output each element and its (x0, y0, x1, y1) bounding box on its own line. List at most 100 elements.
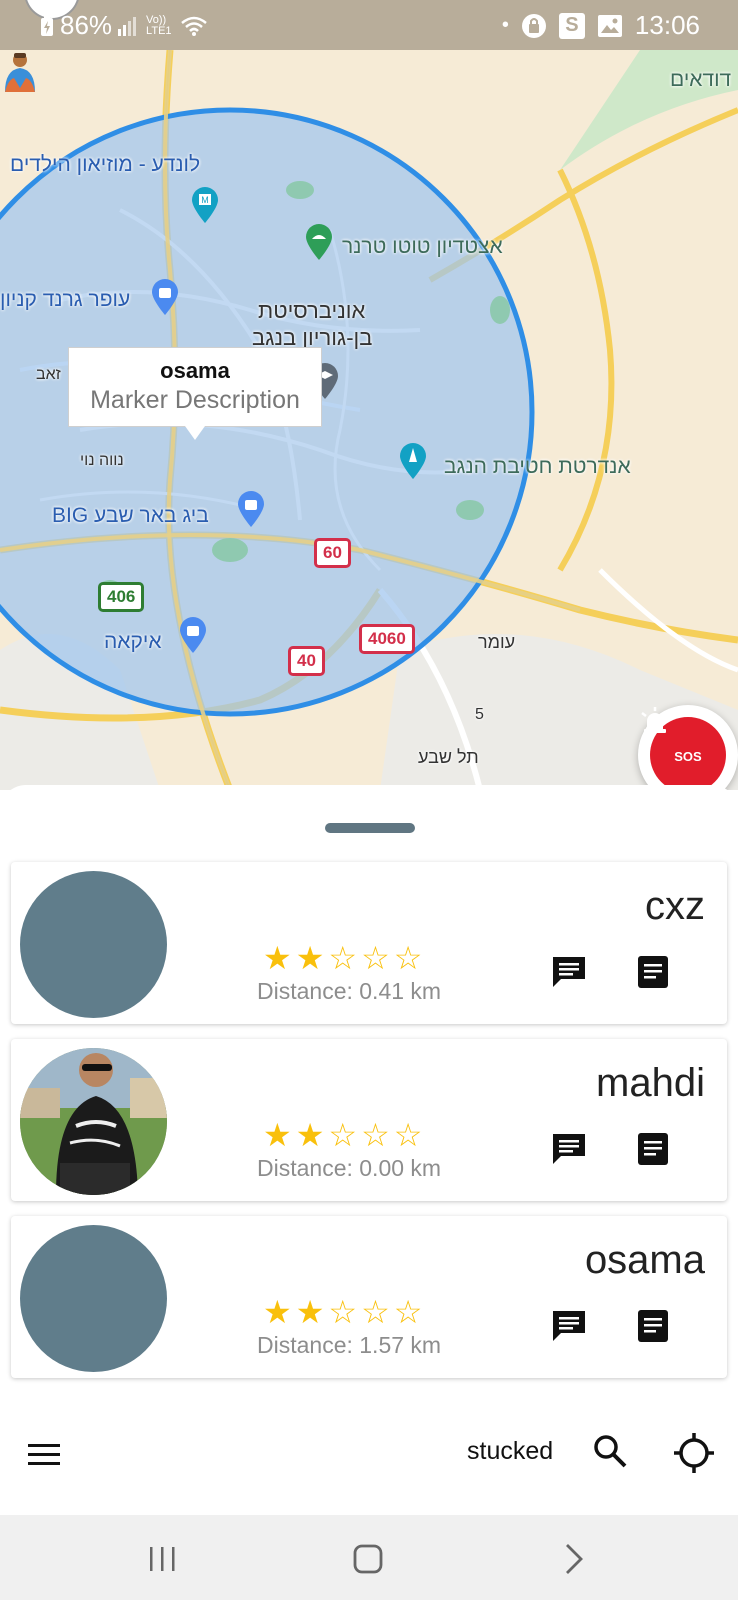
map-view[interactable]: דודאים לונדע - מוזיאון הילדים אצטדיון טו… (0, 50, 738, 790)
map-label-five: 5 (475, 706, 484, 723)
star-empty-icon: ☆ (361, 1117, 390, 1153)
search-icon (594, 1435, 627, 1468)
star-empty-icon: ☆ (328, 1294, 358, 1330)
details-button[interactable] (633, 1129, 673, 1169)
stadium-pin-icon[interactable] (304, 223, 334, 261)
avatar[interactable] (20, 871, 167, 1018)
status-text: stucked (467, 1437, 554, 1465)
lock-app-icon (521, 13, 547, 39)
distance-text: Distance: 0.00 km (257, 1155, 442, 1181)
nearby-users-sheet[interactable]: cxz ★ ★ ☆ ☆ ☆ Distance: 0.41 km mahdi ★ … (0, 785, 738, 1395)
star-empty-icon: ☆ (393, 940, 423, 976)
my-location-button[interactable] (672, 1431, 716, 1475)
map-label-omer: עומר (478, 632, 516, 652)
user-card[interactable]: cxz ★ ★ ☆ ☆ ☆ Distance: 0.41 km (11, 862, 727, 1024)
battery-percent: 86% (60, 10, 113, 40)
info-window-title: osama (160, 358, 230, 383)
star-filled-icon: ★ (263, 1117, 292, 1153)
search-button[interactable] (590, 1431, 630, 1471)
avatar-photo (20, 1048, 167, 1195)
wifi-icon (180, 15, 208, 37)
map-label-ikea: איקאה (104, 630, 162, 653)
recents-button[interactable] (142, 1539, 182, 1579)
chat-icon (553, 1311, 585, 1341)
star-empty-icon: ☆ (393, 1117, 423, 1153)
sheet-drag-handle[interactable] (325, 823, 415, 833)
star-empty-icon: ☆ (361, 940, 390, 976)
battery-charging-icon (40, 14, 54, 37)
rating-stars: ★ ★ ☆ ☆ ☆ (263, 942, 422, 974)
chat-button[interactable] (549, 952, 589, 992)
rating-stars: ★ ★ ☆ ☆ ☆ (263, 1119, 422, 1151)
user-card[interactable]: osama ★ ★ ☆ ☆ ☆ Distance: 1.57 km (11, 1216, 727, 1378)
details-button[interactable] (633, 1306, 673, 1346)
chat-button[interactable] (549, 1129, 589, 1169)
road-shield-4060: 4060 (359, 624, 415, 654)
info-window-description: Marker Description (90, 386, 300, 414)
user-name: mahdi (596, 1061, 705, 1105)
notification-dot: • (501, 14, 509, 36)
map-label-monument: אנדרטת חטיבת הנגב (444, 455, 631, 478)
chat-icon (553, 1134, 585, 1164)
details-icon (638, 956, 668, 988)
road-shield-40: 40 (288, 646, 325, 676)
distance-text: Distance: 0.41 km (257, 978, 442, 1004)
museum-pin-icon[interactable]: M (190, 186, 220, 224)
chat-icon (553, 957, 585, 987)
alarm-bell-icon (641, 707, 669, 733)
menu-icon (28, 1444, 60, 1465)
rating-stars: ★ ★ ☆ ☆ ☆ (263, 1296, 422, 1328)
user-name: osama (584, 1238, 705, 1282)
menu-button[interactable] (24, 1435, 64, 1475)
distance-text: Distance: 1.57 km (257, 1332, 442, 1358)
avatar[interactable] (20, 1048, 167, 1195)
user-card[interactable]: mahdi ★ ★ ☆ ☆ ☆ Distance: 0.00 km (11, 1039, 727, 1201)
ikea-pin-icon[interactable] (178, 616, 208, 654)
star-filled-icon: ★ (263, 1294, 292, 1330)
map-label-zeev: זאב (36, 366, 61, 383)
chat-button[interactable] (549, 1306, 589, 1346)
sos-button-inner: SOS (641, 707, 726, 790)
recents-icon (150, 1547, 175, 1571)
mall-pin-icon[interactable] (150, 278, 180, 316)
back-button[interactable] (555, 1539, 595, 1579)
star-filled-icon: ★ (295, 940, 325, 976)
star-empty-icon: ☆ (328, 940, 358, 976)
monument-pin-icon[interactable] (398, 442, 428, 480)
volte-label: Vo)) LTE1 (146, 13, 172, 37)
clock: 13:06 (634, 10, 700, 40)
map-label-university-1: אוניברסיטת (258, 298, 366, 323)
map-label-stadium: אצטדיון טוטו טרנר (342, 235, 503, 258)
marker-info-window[interactable]: osama Marker Description (68, 347, 322, 440)
home-button[interactable] (348, 1539, 388, 1579)
my-location-icon (674, 1433, 714, 1473)
status-bar: 86% Vo)) LTE1 • S 13:06 (0, 0, 738, 50)
system-navigation-bar (0, 1515, 738, 1600)
home-icon (353, 1544, 383, 1574)
star-filled-icon: ★ (295, 1117, 325, 1153)
map-label-big: ביג באר שבע BIG (52, 504, 209, 527)
map-label-mall: עופר גרנד קניון (0, 288, 131, 311)
s-app-icon: S (558, 12, 585, 39)
map-label-museum: לונדע - מוזיאון הילדים (10, 153, 201, 176)
bottom-app-bar: stucked (0, 1395, 738, 1515)
map-label-neve-noy: נווה נוי (80, 452, 124, 469)
star-empty-icon: ☆ (328, 1117, 358, 1153)
star-filled-icon: ★ (295, 1294, 325, 1330)
status-left: 86% Vo)) LTE1 (40, 10, 208, 41)
details-icon (638, 1310, 668, 1342)
avatar[interactable] (20, 1225, 167, 1372)
user-name: cxz (645, 884, 705, 928)
svg-text:M: M (201, 195, 209, 205)
road-shield-406: 406 (98, 582, 145, 612)
road-shield-60: 60 (314, 538, 351, 568)
gallery-icon (597, 14, 623, 38)
big-mall-pin-icon[interactable] (236, 490, 266, 528)
details-icon (638, 1133, 668, 1165)
details-button[interactable] (633, 952, 673, 992)
star-empty-icon: ☆ (361, 1294, 390, 1330)
signal-icon (118, 16, 140, 36)
star-empty-icon: ☆ (393, 1294, 423, 1330)
map-label-tel-sheva: תל שבע (418, 747, 479, 767)
user-marker-icon[interactable] (0, 50, 40, 94)
